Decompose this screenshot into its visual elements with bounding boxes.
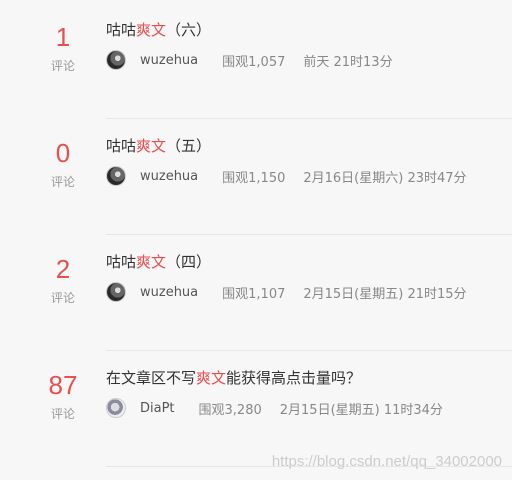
view-count: 围观1,150 <box>222 170 286 186</box>
post-title-suffix: （六） <box>166 21 212 39</box>
comment-count-label: 评论 <box>50 407 75 421</box>
post-title-highlight: 爽文 <box>136 137 167 155</box>
post-title[interactable]: 在文章区不写爽文能获得高点击量吗？ <box>106 368 361 388</box>
post-item[interactable]: 87 评论 在文章区不写爽文能获得高点击量吗？ DiaPt 围观3,280 2月… <box>0 348 512 464</box>
avatar[interactable] <box>106 166 126 186</box>
post-title-highlight: 爽文 <box>136 21 167 39</box>
author-name[interactable]: wuzehua <box>140 53 198 68</box>
post-list: 1 评论 咕咕爽文（六） wuzehua 围观1,057 前天 21时13分 0… <box>0 0 512 480</box>
post-time: 2月15日(星期五) 11时34分 <box>279 402 443 418</box>
comment-count: 0 <box>55 138 71 168</box>
post-meta: wuzehua 围观1,107 2月15日(星期五) 21时15分 <box>106 281 467 303</box>
post-title-suffix: （四） <box>166 253 212 271</box>
post-title[interactable]: 咕咕爽文（五） <box>106 136 211 156</box>
post-title-suffix: （五） <box>166 137 212 155</box>
avatar[interactable] <box>106 282 126 302</box>
post-title-suffix: 能获得高点击量吗？ <box>226 369 362 387</box>
post-title-prefix: 在文章区不写 <box>106 369 197 387</box>
view-count: 围观1,057 <box>222 54 286 70</box>
comment-count: 2 <box>55 254 71 284</box>
comment-count: 87 <box>48 370 78 400</box>
post-title[interactable]: 咕咕爽文（六） <box>106 20 211 40</box>
post-item[interactable]: 0 评论 咕咕爽文（五） wuzehua 围观1,150 2月16日(星期六) … <box>0 116 512 232</box>
post-time: 2月16日(星期六) 23时47分 <box>303 170 467 186</box>
author-name[interactable]: wuzehua <box>140 285 198 300</box>
post-meta: wuzehua 围观1,057 前天 21时13分 <box>106 49 393 71</box>
post-item[interactable]: 2 评论 咕咕爽文（四） wuzehua 围观1,107 2月15日(星期五) … <box>0 232 512 348</box>
author-name[interactable]: wuzehua <box>140 169 198 184</box>
post-meta: wuzehua 围观1,150 2月16日(星期六) 23时47分 <box>106 165 467 187</box>
post-time: 2月15日(星期五) 21时15分 <box>303 286 467 302</box>
watermark: https://blog.csdn.net/qq_34002000 <box>271 453 502 470</box>
avatar[interactable] <box>106 50 126 70</box>
post-meta: DiaPt 围观3,280 2月15日(星期五) 11时34分 <box>106 397 443 419</box>
post-title-prefix: 咕咕 <box>106 253 137 271</box>
post-title-highlight: 爽文 <box>136 253 167 271</box>
author-name[interactable]: DiaPt <box>140 401 175 416</box>
view-count: 围观3,280 <box>198 402 262 418</box>
view-count: 围观1,107 <box>222 286 286 302</box>
post-title[interactable]: 咕咕爽文（四） <box>106 252 211 272</box>
avatar[interactable] <box>106 398 126 418</box>
comment-count: 1 <box>55 22 71 52</box>
post-title-prefix: 咕咕 <box>106 137 137 155</box>
comment-count-label: 评论 <box>50 175 75 189</box>
post-item[interactable]: 1 评论 咕咕爽文（六） wuzehua 围观1,057 前天 21时13分 <box>0 0 512 116</box>
comment-count-label: 评论 <box>50 291 75 305</box>
comment-count-label: 评论 <box>50 59 75 73</box>
post-title-prefix: 咕咕 <box>106 21 137 39</box>
post-time: 前天 21时13分 <box>303 54 393 70</box>
post-title-highlight: 爽文 <box>196 369 227 387</box>
